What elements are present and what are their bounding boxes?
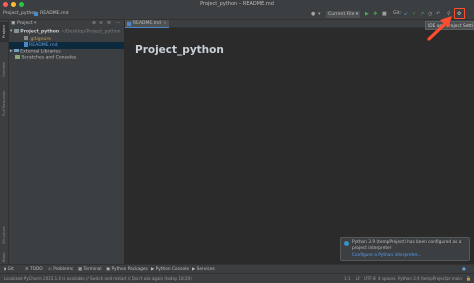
gitignore-file-icon: [24, 35, 28, 40]
tab-label: README.md: [133, 21, 161, 26]
git-commit-icon[interactable]: ✓: [412, 9, 416, 19]
window-title: Project_python – README.md: [200, 1, 274, 7]
collapse-all-icon[interactable]: ≡: [99, 20, 103, 28]
git-label: Git:: [393, 11, 402, 16]
bookmarks-tool-tab[interactable]: Bookmarks: [0, 252, 8, 262]
markdown-preview[interactable]: Project_python: [125, 28, 474, 264]
run-icon[interactable]: ▶: [365, 9, 369, 19]
arrow-shaft: [427, 20, 449, 41]
navigation-bar: Project_python README.md ● ▾ Current Fil…: [0, 9, 474, 20]
readme-heading: Project_python: [135, 44, 224, 56]
tool-label: Terminal: [83, 267, 102, 272]
tool-label: Python Console: [155, 267, 189, 272]
locate-file-icon[interactable]: ⊕: [92, 20, 96, 28]
commit-tool-tab[interactable]: Commit: [0, 60, 8, 80]
run-config-label: Current File: [328, 11, 355, 17]
tree-item-scratches[interactable]: Scratches and Consoles: [9, 55, 124, 62]
left-tool-stripe: Project Commit Pull Requests Structure B…: [0, 20, 9, 264]
tool-label: Problems: [53, 267, 74, 272]
run-config-select[interactable]: Current File ▾: [326, 10, 361, 18]
markdown-file-icon: [127, 21, 131, 26]
git-branch-label: main: [451, 276, 462, 281]
markdown-file-icon: [24, 42, 28, 47]
markdown-file-icon: [34, 12, 38, 16]
close-tab-icon[interactable]: ×: [163, 20, 167, 27]
project-panel-header: ▣ Project ▾ ⊕ ≡ ⚙ —: [9, 20, 124, 28]
settings-highlight-box: [454, 8, 465, 19]
tool-label: TODO: [29, 267, 43, 272]
annotation-arrow: [427, 16, 452, 41]
chevron-down-icon: ▾: [355, 11, 359, 17]
chevron-down-icon[interactable]: ▾: [10, 29, 12, 34]
git-push-icon[interactable]: ↗: [420, 9, 424, 19]
tool-label: Python Packages: [111, 267, 148, 272]
project-tool-tab[interactable]: Project: [0, 22, 8, 42]
tool-label: Services: [196, 267, 215, 272]
pull-requests-tool-tab[interactable]: Pull Requests: [0, 86, 8, 120]
stop-icon[interactable]: ■: [382, 9, 387, 19]
tool-label: Git: [7, 267, 14, 272]
chevron-down-icon[interactable]: ▾: [318, 9, 321, 19]
tree-item-label: External Libraries: [20, 48, 61, 54]
tree-item-label: Project_python: [20, 29, 60, 35]
folder-icon: [13, 29, 19, 33]
user-icon[interactable]: ●: [311, 9, 315, 19]
info-icon: [344, 241, 349, 246]
debug-icon[interactable]: ❖: [373, 9, 377, 19]
gear-icon[interactable]: ⚙: [107, 20, 111, 28]
configure-interpreter-link[interactable]: Configure a Python interpreter...: [352, 253, 421, 258]
notification-message: Python 3.9 (tempProject) has been config…: [352, 240, 462, 251]
tree-item-label: .gitignore: [29, 36, 51, 42]
tree-item-label: README.md: [29, 42, 58, 48]
library-icon: [13, 48, 19, 52]
tab-readme[interactable]: README.md ×: [125, 20, 169, 28]
git-update-icon[interactable]: ↙: [404, 9, 408, 19]
tree-item-label: Scratches and Consoles: [21, 55, 77, 61]
chevron-right-icon[interactable]: ▸: [10, 49, 12, 54]
structure-tool-tab[interactable]: Structure: [0, 224, 8, 246]
tree-item-path: ~/Desktop/Project_python: [60, 29, 121, 35]
editor-tab-bar: README.md ×: [125, 20, 474, 28]
breadcrumb-file[interactable]: README.md: [40, 9, 69, 19]
hide-icon[interactable]: —: [116, 20, 121, 28]
project-view-icon: ▣: [11, 21, 16, 26]
interpreter-notification: Python 3.9 (tempProject) has been config…: [340, 237, 470, 261]
project-panel-title[interactable]: Project: [17, 20, 33, 28]
breadcrumb-project[interactable]: Project_python: [3, 9, 37, 19]
chevron-down-icon[interactable]: ▾: [34, 20, 36, 28]
scratches-icon: [15, 55, 20, 59]
project-tool-window: ▣ Project ▾ ⊕ ≡ ⚙ — ▾ Project_python ~/D…: [9, 20, 125, 264]
